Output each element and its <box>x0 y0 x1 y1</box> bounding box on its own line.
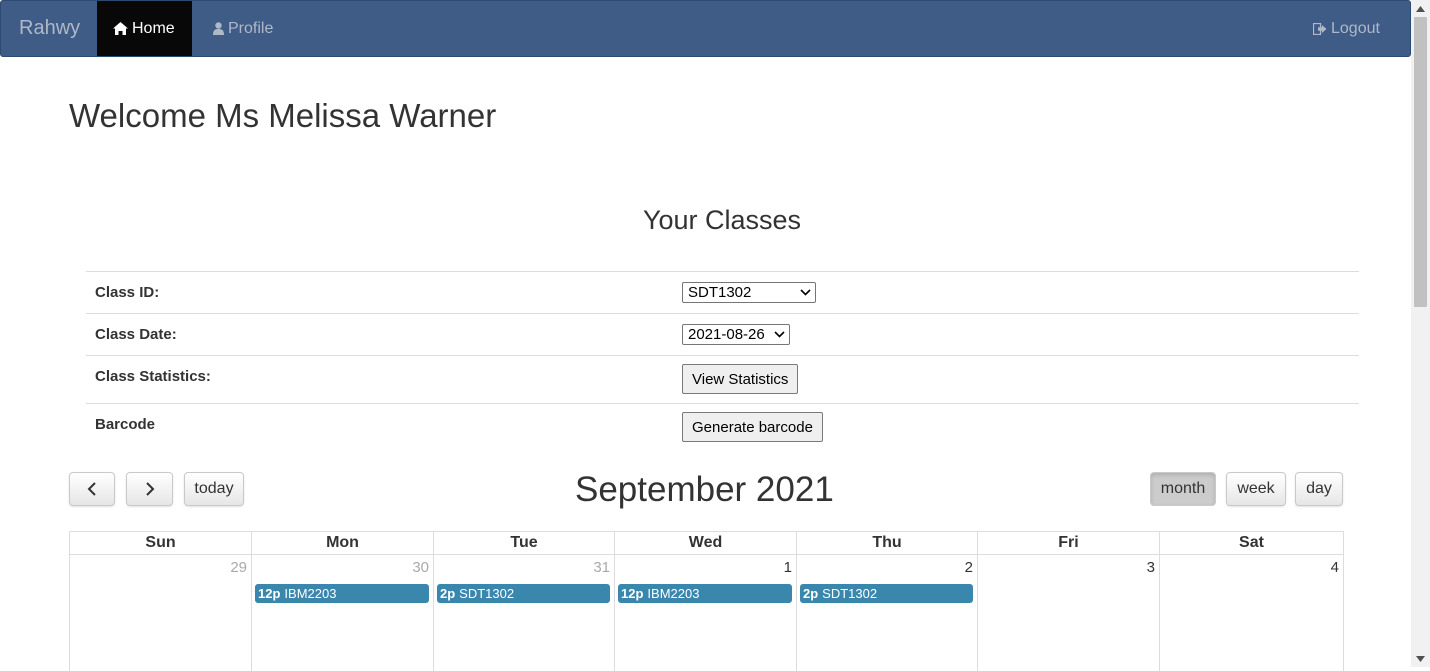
class-id-value: SDT1302 <box>688 284 752 301</box>
weekday-header-sun: Sun <box>70 532 252 554</box>
chevron-down-icon <box>774 331 785 338</box>
generate-barcode-button[interactable]: Generate barcode <box>682 412 823 442</box>
class-date-label: Class Date: <box>95 326 177 343</box>
logout-icon <box>1313 22 1327 35</box>
nav-logout[interactable]: Logout <box>1297 1 1396 56</box>
calendar-week-view-button[interactable]: week <box>1226 472 1286 506</box>
class-id-select[interactable]: SDT1302 <box>682 282 816 303</box>
calendar-today-button[interactable]: today <box>184 472 244 506</box>
event-time: 12p <box>258 586 281 601</box>
view-statistics-button[interactable]: View Statistics <box>682 364 799 394</box>
day-cell[interactable]: 30 12p IBM2203 <box>252 555 434 671</box>
event-title: IBM2203 <box>647 586 700 601</box>
class-date-select[interactable]: 2021-08-26 <box>682 324 790 345</box>
day-number: 30 <box>412 559 429 576</box>
class-form-table: Class ID: SDT1302 Class Date: 2021-08-26… <box>86 271 1359 451</box>
weekday-header-tue: Tue <box>434 532 615 554</box>
class-statistics-row: Class Statistics: View Statistics <box>86 355 1359 403</box>
brand-logo[interactable]: Rahwy <box>19 1 80 56</box>
calendar-grid: Sun Mon Tue Wed Thu Fri Sat 29 30 12p IBM2203 31 2p… <box>69 531 1344 671</box>
chevron-right-icon <box>145 482 154 496</box>
class-statistics-label: Class Statistics: <box>95 368 211 385</box>
nav-logout-label: Logout <box>1331 20 1380 37</box>
event-title: SDT1302 <box>459 586 515 601</box>
barcode-label: Barcode <box>95 416 156 433</box>
vertical-scrollbar[interactable] <box>1411 0 1430 667</box>
nav-home-label: Home <box>132 20 175 37</box>
day-cell[interactable]: 29 <box>70 555 252 671</box>
day-cell[interactable]: 3 <box>978 555 1160 671</box>
calendar-event[interactable]: 12p IBM2203 <box>618 584 792 603</box>
weekday-header-sat: Sat <box>1160 532 1344 554</box>
calendar-title: September 2021 <box>575 470 834 509</box>
class-id-label: Class ID: <box>95 284 160 301</box>
welcome-heading: Welcome Ms Melissa Warner <box>69 97 497 134</box>
day-number: 4 <box>1330 559 1339 576</box>
day-cell[interactable]: 1 12p IBM2203 <box>615 555 797 671</box>
chevron-left-icon <box>87 482 96 496</box>
event-title: SDT1302 <box>822 586 878 601</box>
scrollbar-thumb[interactable] <box>1414 17 1427 307</box>
calendar-next-button[interactable] <box>126 472 173 506</box>
home-icon <box>113 22 128 35</box>
day-number: 2 <box>964 559 973 576</box>
day-number: 1 <box>783 559 792 576</box>
class-id-row: Class ID: SDT1302 <box>86 271 1359 313</box>
calendar-month-view-button[interactable]: month <box>1150 472 1216 506</box>
calendar-day-view-button[interactable]: day <box>1295 472 1343 506</box>
barcode-row: Barcode Generate barcode <box>86 403 1359 451</box>
weekday-header-mon: Mon <box>252 532 434 554</box>
day-cell[interactable]: 4 <box>1160 555 1344 671</box>
scroll-down-arrow-icon[interactable] <box>1411 650 1430 667</box>
event-time: 2p <box>440 586 456 601</box>
day-number: 31 <box>593 559 610 576</box>
calendar-week-row: 29 30 12p IBM2203 31 2p SDT1302 1 12p IBM2203 2 2p S… <box>70 555 1344 671</box>
weekday-header-wed: Wed <box>615 532 797 554</box>
calendar-event[interactable]: 2p SDT1302 <box>437 584 610 603</box>
nav-home[interactable]: Home <box>97 1 192 56</box>
top-navbar: Rahwy Home Profile Logout <box>0 0 1411 57</box>
class-date-value: 2021-08-26 <box>688 326 765 343</box>
nav-profile-label: Profile <box>228 20 274 37</box>
class-date-row: Class Date: 2021-08-26 <box>86 313 1359 355</box>
event-title: IBM2203 <box>284 586 337 601</box>
nav-profile[interactable]: Profile <box>197 1 289 56</box>
scroll-up-arrow-icon[interactable] <box>1411 0 1430 17</box>
your-classes-heading: Your Classes <box>642 205 802 235</box>
day-cell[interactable]: 2 2p SDT1302 <box>797 555 978 671</box>
weekday-header-thu: Thu <box>797 532 978 554</box>
day-number: 3 <box>1146 559 1155 576</box>
calendar-event[interactable]: 2p SDT1302 <box>800 584 973 603</box>
day-number: 29 <box>230 559 247 576</box>
event-time: 2p <box>803 586 819 601</box>
day-cell[interactable]: 31 2p SDT1302 <box>434 555 615 671</box>
calendar-prev-button[interactable] <box>69 472 115 506</box>
calendar-weekday-header: Sun Mon Tue Wed Thu Fri Sat <box>70 531 1344 555</box>
chevron-down-icon <box>800 289 811 296</box>
event-time: 12p <box>621 586 644 601</box>
user-icon <box>213 22 224 35</box>
weekday-header-fri: Fri <box>978 532 1160 554</box>
calendar-event[interactable]: 12p IBM2203 <box>255 584 429 603</box>
